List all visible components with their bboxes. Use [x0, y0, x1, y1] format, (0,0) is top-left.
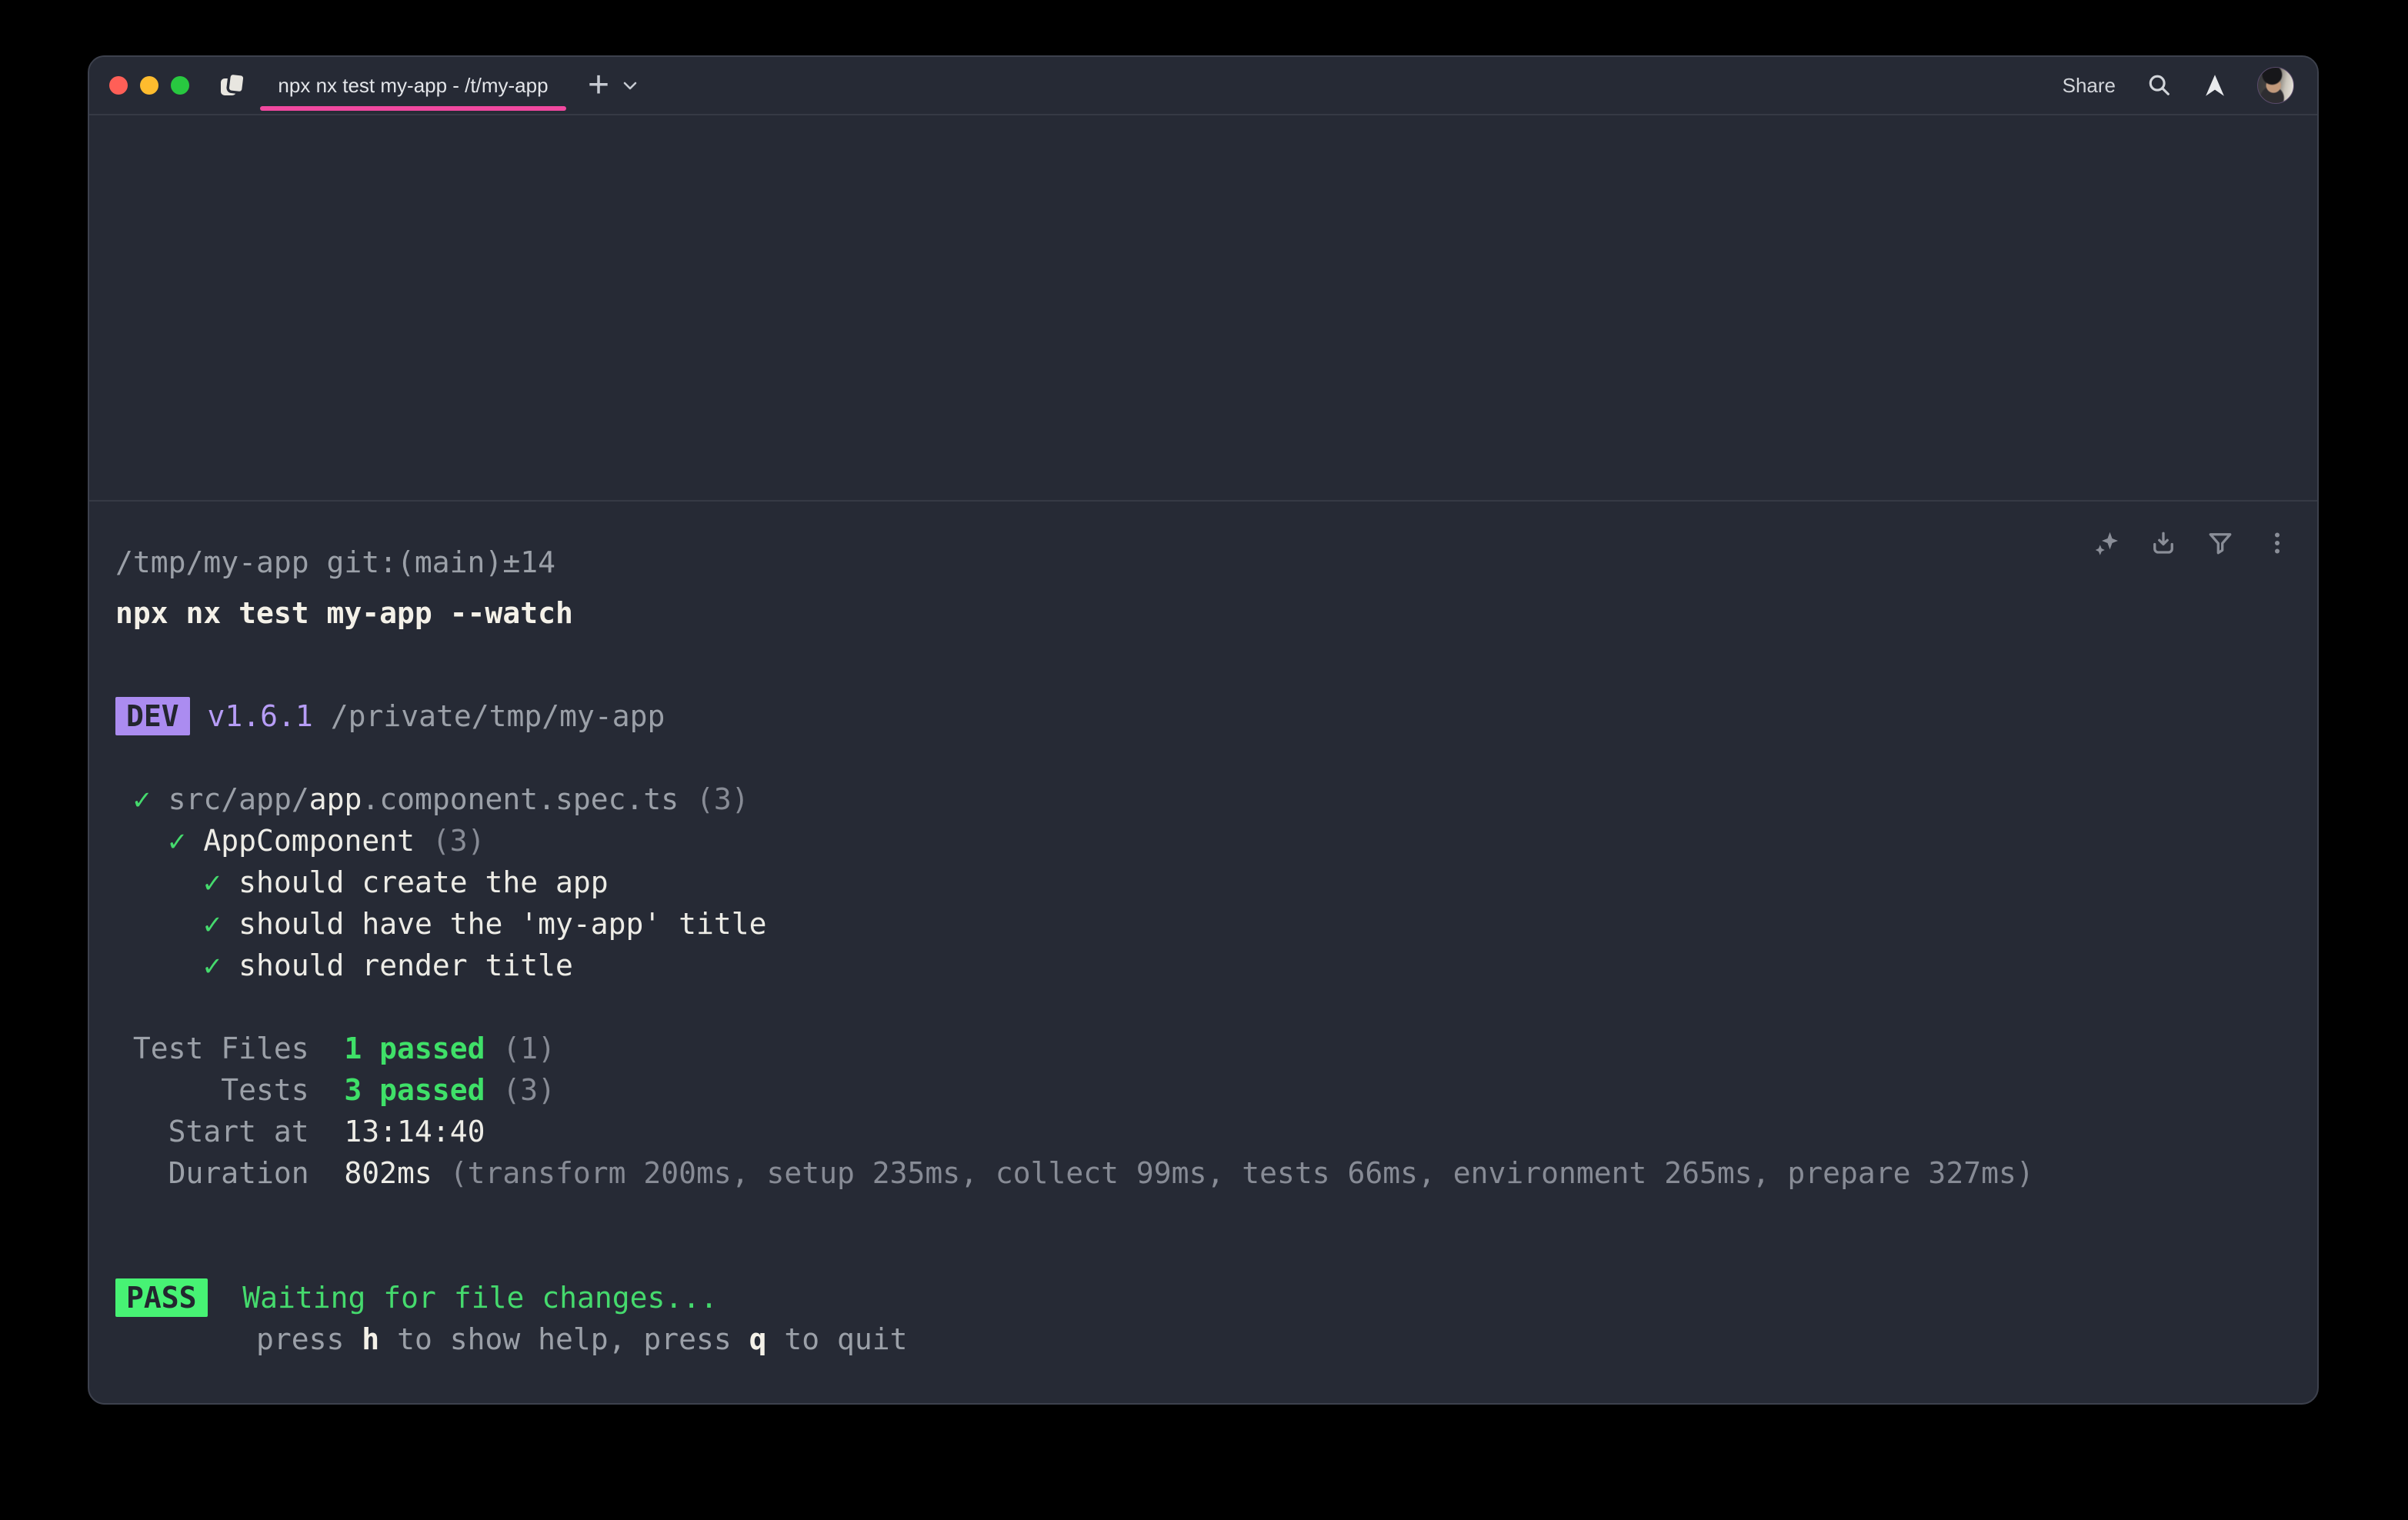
terminal-line — [115, 1194, 2291, 1235]
terminal-window: npx nx test my-app - /t/my-app + Share — [88, 55, 2319, 1405]
terminal-text-segment: AppComponent — [203, 824, 415, 858]
new-tab-button[interactable]: + — [588, 67, 609, 104]
terminal-text-segment — [151, 782, 168, 816]
terminal-text-segment: should have the 'my-app' title — [238, 907, 766, 941]
scrollback-area — [89, 115, 2317, 502]
traffic-lights — [109, 76, 189, 95]
terminal-line: Tests 3 passed (3) — [115, 1069, 2291, 1111]
terminal-text-segment: Tests — [115, 1073, 344, 1107]
terminal-text-segment: (3) — [485, 1073, 555, 1107]
terminal-text-segment — [115, 782, 133, 816]
terminal-text-segment: 13:14:40 — [344, 1115, 485, 1148]
terminal-line — [115, 654, 2291, 695]
terminal-text-segment — [115, 865, 203, 899]
terminal-text-segment: /private/tmp/my-app — [313, 699, 665, 733]
terminal-text-segment: (1) — [485, 1032, 555, 1065]
terminal-text-segment: Test Files — [115, 1032, 344, 1065]
terminal-text-segment — [221, 865, 238, 899]
avatar[interactable] — [2257, 67, 2294, 104]
filter-icon[interactable] — [2206, 529, 2234, 557]
terminal-text-segment: ✓ — [133, 782, 151, 816]
terminal-text-segment: Start at — [115, 1115, 344, 1148]
terminal-line: DEV v1.6.1 /private/tmp/my-app — [115, 695, 2291, 737]
terminal-text-segment — [221, 948, 238, 982]
terminal-line: press h to show help, press q to quit — [115, 1318, 2291, 1360]
pages-icon[interactable] — [218, 72, 248, 98]
search-icon[interactable] — [2146, 72, 2173, 98]
terminal-text-segment: 3 passed — [344, 1073, 485, 1107]
terminal-text-segment: ✓ — [168, 824, 186, 858]
terminal-text-segment: ✓ — [203, 907, 221, 941]
command-text[interactable]: npx nx test my-app --watch — [115, 592, 2291, 634]
close-button[interactable] — [109, 76, 128, 95]
terminal-text-segment: should render title — [238, 948, 573, 982]
terminal-text-segment: src/app/ — [168, 782, 309, 816]
more-menu-icon[interactable] — [2263, 529, 2291, 557]
share-button[interactable]: Share — [2063, 74, 2116, 98]
terminal-text-segment: q — [749, 1322, 767, 1356]
terminal-line: ✓ AppComponent (3) — [115, 820, 2291, 862]
block-toolbar — [2093, 529, 2291, 557]
terminal-text-segment: to show help, press — [379, 1322, 749, 1356]
terminal-line: Start at 13:14:40 — [115, 1111, 2291, 1152]
terminal-line: PASS Waiting for file changes... — [115, 1277, 2291, 1318]
terminal-text-segment — [186, 824, 204, 858]
terminal-text-segment — [190, 699, 208, 733]
terminal-line: Test Files 1 passed (1) — [115, 1028, 2291, 1069]
terminal-text-segment: Waiting for file changes... — [242, 1281, 718, 1315]
terminal-text-segment: Duration — [115, 1156, 344, 1190]
terminal-text-segment: should create the app — [238, 865, 608, 899]
terminal-text-segment: DEV — [115, 697, 190, 735]
terminal-output: DEV v1.6.1 /private/tmp/my-app ✓ src/app… — [115, 654, 2291, 1360]
terminal-line — [115, 986, 2291, 1028]
terminal-text-segment: .component.spec.ts — [362, 782, 679, 816]
terminal-text-segment: (transform 200ms, setup 235ms, collect 9… — [432, 1156, 2034, 1190]
zoom-button[interactable] — [171, 76, 189, 95]
titlebar-right-controls: Share — [2063, 67, 2294, 104]
terminal-text-segment: 1 passed — [344, 1032, 485, 1065]
terminal-text-segment — [679, 782, 696, 816]
terminal-line: ✓ src/app/app.component.spec.ts (3) — [115, 778, 2291, 820]
terminal-text-segment: (3) — [415, 824, 485, 858]
terminal-text-segment — [221, 907, 238, 941]
terminal-text-segment: to quit — [767, 1322, 908, 1356]
terminal-text-segment: ✓ — [203, 865, 221, 899]
terminal-text-segment — [115, 948, 203, 982]
terminal-text-segment: h — [362, 1322, 379, 1356]
terminal-text-segment: (3) — [696, 782, 749, 816]
tab-active[interactable]: npx nx test my-app - /t/my-app — [260, 57, 566, 114]
command-block: /tmp/my-app git:(main)±14 npx nx test my… — [89, 502, 2317, 1360]
titlebar: npx nx test my-app - /t/my-app + Share — [89, 57, 2317, 115]
terminal-line: ✓ should have the 'my-app' title — [115, 903, 2291, 945]
shell-prompt[interactable]: /tmp/my-app git:(main)±14 — [115, 542, 2291, 583]
terminal-line: Duration 802ms (transform 200ms, setup 2… — [115, 1152, 2291, 1194]
minimize-button[interactable] — [140, 76, 158, 95]
terminal-text-segment — [115, 907, 203, 941]
terminal-text-segment: v1.6.1 — [208, 699, 313, 733]
sparkle-ai-icon[interactable] — [2093, 529, 2120, 557]
terminal-line: ✓ should render title — [115, 945, 2291, 986]
download-icon[interactable] — [2150, 529, 2177, 557]
warp-logo-icon[interactable] — [2203, 73, 2226, 98]
terminal-text-segment: app — [309, 782, 362, 816]
terminal-text-segment — [208, 1281, 243, 1315]
terminal-line — [115, 1235, 2291, 1277]
terminal-line — [115, 737, 2291, 778]
active-tab-underline — [260, 106, 566, 111]
tabs-chevron-icon[interactable] — [622, 80, 639, 91]
terminal-text-segment: ✓ — [203, 948, 221, 982]
terminal-line: ✓ should create the app — [115, 862, 2291, 903]
tab-title: npx nx test my-app - /t/my-app — [278, 74, 548, 98]
terminal-text-segment: 802ms — [344, 1156, 432, 1190]
terminal-text-segment: press — [115, 1322, 362, 1356]
terminal-text-segment: PASS — [115, 1278, 208, 1317]
terminal-text-segment — [115, 824, 168, 858]
